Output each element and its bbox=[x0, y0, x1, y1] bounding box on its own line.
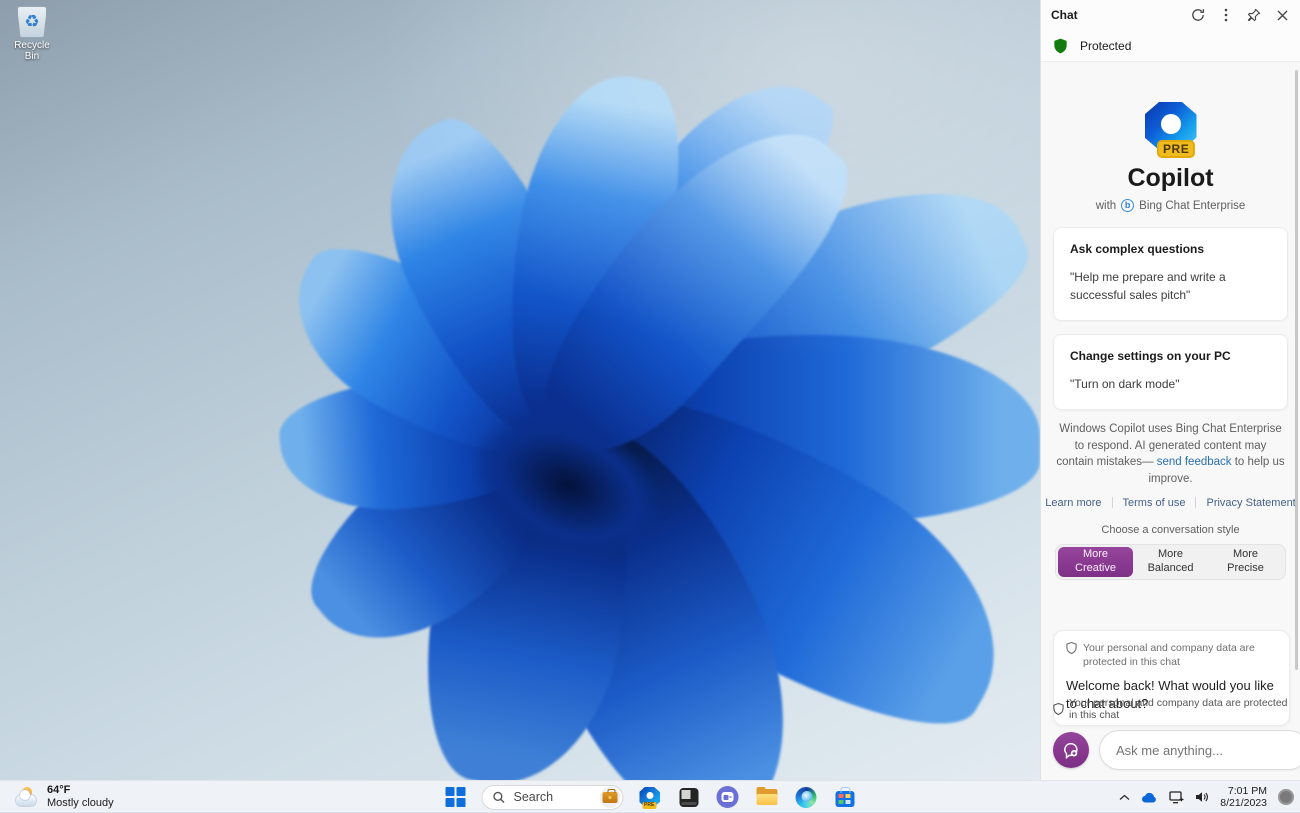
close-icon[interactable] bbox=[1274, 7, 1290, 23]
suggestion-card-complex-questions[interactable]: Ask complex questions "Help me prepare a… bbox=[1053, 227, 1288, 321]
copilot-subtitle: with b Bing Chat Enterprise bbox=[1095, 199, 1246, 212]
bing-icon: b bbox=[1121, 199, 1135, 212]
weather-temp: 64°F bbox=[47, 784, 71, 796]
chat-panel-title: Chat bbox=[1051, 8, 1078, 22]
more-options-icon[interactable] bbox=[1218, 7, 1234, 23]
chat-input[interactable] bbox=[1099, 730, 1300, 770]
learn-more-link[interactable]: Learn more bbox=[1045, 497, 1101, 509]
shield-outline-icon bbox=[1053, 703, 1064, 715]
composer-protection-note: Your personal and company data are prote… bbox=[1069, 697, 1288, 721]
start-button[interactable] bbox=[443, 784, 469, 810]
preview-badge: PRE bbox=[1157, 140, 1196, 158]
style-option-more-balanced[interactable]: More Balanced bbox=[1133, 547, 1208, 577]
desktop-app-icon[interactable] bbox=[676, 784, 702, 810]
microsoft-store-icon[interactable] bbox=[832, 784, 858, 810]
protected-label: Protected bbox=[1080, 38, 1132, 53]
search-input[interactable]: Search bbox=[481, 784, 624, 810]
shield-protected-icon bbox=[1053, 38, 1068, 54]
weather-icon bbox=[16, 787, 40, 807]
recycle-bin-label: Recycle Bin bbox=[14, 40, 50, 62]
copilot-logo: PRE bbox=[1144, 102, 1197, 158]
style-option-more-creative[interactable]: More Creative bbox=[1058, 546, 1133, 577]
onedrive-icon[interactable] bbox=[1141, 792, 1158, 803]
notification-badge[interactable] bbox=[1278, 789, 1294, 805]
privacy-statement-link[interactable]: Privacy Statement bbox=[1206, 497, 1295, 509]
chat-teams-icon[interactable] bbox=[715, 784, 741, 810]
bing-daily-icon bbox=[599, 786, 621, 808]
shield-outline-icon bbox=[1066, 641, 1077, 669]
divider bbox=[1111, 497, 1113, 509]
scrollbar[interactable] bbox=[1295, 70, 1298, 670]
card-title: Ask complex questions bbox=[1070, 242, 1205, 256]
conversation-style-toggle: More Creative More Balanced More Precise bbox=[1055, 543, 1286, 580]
recycle-bin-icon: ♻ bbox=[17, 6, 47, 38]
divider bbox=[1195, 497, 1197, 509]
edge-icon[interactable] bbox=[793, 784, 819, 810]
volume-icon[interactable] bbox=[1195, 791, 1209, 803]
send-feedback-link[interactable]: send feedback bbox=[1157, 456, 1232, 468]
conversation-style-label: Choose a conversation style bbox=[1101, 523, 1240, 536]
protected-status-bar: Protected bbox=[1041, 30, 1300, 62]
message-protection-note: Your personal and company data are prote… bbox=[1083, 641, 1255, 668]
card-body: "Turn on dark mode" bbox=[1070, 377, 1180, 391]
search-icon bbox=[493, 791, 506, 804]
composer-area: Your personal and company data are prote… bbox=[1041, 691, 1300, 780]
network-icon[interactable] bbox=[1169, 790, 1184, 804]
terms-of-use-link[interactable]: Terms of use bbox=[1123, 497, 1186, 509]
copilot-chat-panel: Chat Protected PRE Copilot with b Bing C… bbox=[1040, 0, 1300, 780]
legal-links: Learn more Terms of use Privacy Statemen… bbox=[1041, 497, 1300, 509]
style-option-more-precise[interactable]: More Precise bbox=[1208, 547, 1283, 577]
tray-date: 8/21/2023 bbox=[1220, 797, 1267, 809]
card-title: Change settings on your PC bbox=[1070, 349, 1231, 363]
weather-condition: Mostly cloudy bbox=[47, 797, 114, 809]
weather-widget[interactable]: 64°F Mostly cloudy bbox=[10, 781, 120, 813]
hidden-icons-chevron[interactable] bbox=[1119, 794, 1130, 801]
refresh-icon[interactable] bbox=[1190, 7, 1206, 23]
file-explorer-icon[interactable] bbox=[754, 784, 780, 810]
copilot-title: Copilot bbox=[1127, 164, 1214, 192]
chat-scroll-area: PRE Copilot with b Bing Chat Enterprise … bbox=[1041, 62, 1300, 780]
suggestion-card-change-settings[interactable]: Change settings on your PC "Turn on dark… bbox=[1053, 334, 1288, 410]
taskbar: 64°F Mostly cloudy Search PRE 7:01 PM 8/… bbox=[0, 780, 1300, 812]
search-label: Search bbox=[513, 790, 554, 804]
tray-time: 7:01 PM bbox=[1227, 785, 1267, 797]
copilot-taskbar-icon[interactable]: PRE bbox=[637, 784, 663, 810]
new-topic-button[interactable] bbox=[1053, 732, 1089, 768]
clock[interactable]: 7:01 PM 8/21/2023 bbox=[1220, 785, 1267, 809]
disclaimer-text: Windows Copilot uses Bing Chat Enterpris… bbox=[1056, 423, 1285, 486]
card-body: "Help me prepare and write a successful … bbox=[1070, 270, 1226, 302]
desktop-wallpaper: ♻ Recycle Bin bbox=[0, 0, 1040, 780]
windows-logo-icon bbox=[445, 787, 466, 807]
pin-icon[interactable] bbox=[1246, 7, 1262, 23]
chat-panel-header: Chat bbox=[1041, 0, 1300, 30]
recycle-bin[interactable]: ♻ Recycle Bin bbox=[6, 6, 58, 62]
